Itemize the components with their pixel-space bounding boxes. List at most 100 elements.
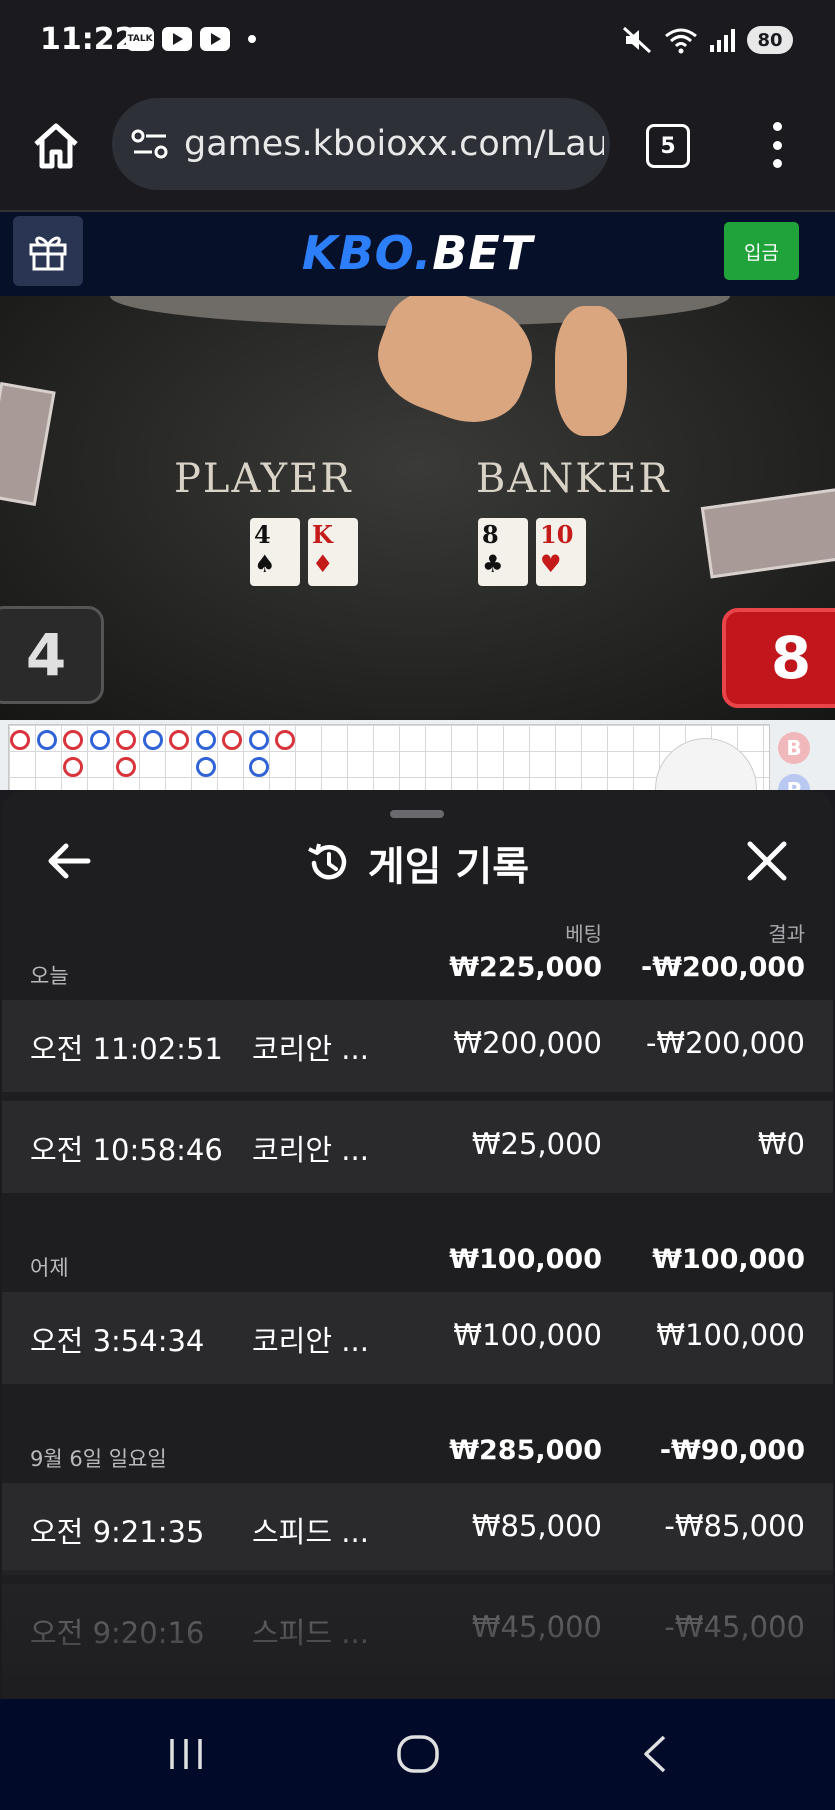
card-shoe-right — [700, 485, 835, 579]
bead-mark — [195, 730, 216, 750]
group-bet-total: ₩225,000 — [449, 952, 602, 983]
bead-mark — [195, 757, 216, 777]
row-bet-amount: ₩85,000 — [471, 1509, 602, 1543]
row-bet-amount: ₩100,000 — [453, 1318, 602, 1352]
roadmap-side-b[interactable]: B — [778, 732, 810, 764]
group-bet-total: ₩100,000 — [449, 1244, 602, 1275]
row-result-amount: ₩100,000 — [656, 1318, 805, 1352]
more-menu-icon[interactable] — [770, 122, 784, 168]
mute-icon — [622, 26, 652, 54]
group-result-total: -₩90,000 — [659, 1435, 805, 1466]
bead-road[interactable]: B P — [0, 720, 835, 790]
history-row[interactable]: 오전 10:58:46 코리안 ... ₩25,000 ₩0 — [2, 1101, 833, 1193]
system-nav-bar — [0, 1699, 835, 1810]
scroll-fade — [2, 1570, 833, 1699]
logo-part2: BET — [432, 226, 534, 280]
row-time: 오전 3:54:34 — [30, 1324, 205, 1358]
drag-handle[interactable] — [390, 810, 444, 818]
address-bar[interactable]: games.kboioxx.com/Launch — [112, 98, 610, 190]
game-history-sheet: 게임 기록 베팅 결과 오늘 ₩225,000 -₩200,000 오전 11:02:… — [2, 790, 833, 1699]
card-rank: K — [312, 520, 333, 549]
site-settings-icon[interactable] — [130, 128, 170, 160]
bead-mark — [169, 730, 189, 750]
group-date-label: 어제 — [30, 1256, 69, 1280]
home-nav-icon[interactable] — [395, 1729, 441, 1779]
column-header-bet: 베팅 — [565, 922, 602, 946]
bead-mark — [222, 730, 242, 750]
home-icon[interactable] — [30, 120, 82, 172]
battery-icon: 80 — [747, 26, 793, 54]
history-row[interactable]: 오전 11:02:51 코리안 ... ₩200,000 -₩200,000 — [2, 1000, 833, 1092]
card-rank: 4 — [254, 520, 271, 549]
group-date-label: 오늘 — [30, 964, 69, 988]
history-row[interactable]: 오전 3:54:34 코리안 ... ₩100,000 ₩100,000 — [2, 1292, 833, 1384]
group-result-total: -₩200,000 — [641, 952, 805, 983]
row-result-amount: ₩0 — [757, 1127, 805, 1161]
group-bet-total: ₩285,000 — [449, 1435, 602, 1466]
bead-mark — [248, 757, 269, 777]
status-time: 11:22 — [40, 22, 136, 57]
status-bar: 11:22 TALK 80 — [0, 0, 835, 86]
kakaotalk-icon: TALK — [126, 27, 154, 51]
row-result-amount: -₩200,000 — [645, 1026, 805, 1060]
youtube-icon-2 — [200, 27, 230, 51]
url-text[interactable]: games.kboioxx.com/Launch — [184, 124, 604, 164]
banker-score: 8 — [722, 608, 835, 708]
close-icon[interactable] — [744, 838, 790, 884]
row-game-name: 코리안 ... — [252, 1133, 369, 1167]
wifi-icon — [665, 28, 697, 54]
bead-mark — [116, 757, 136, 777]
row-result-amount: -₩85,000 — [664, 1509, 805, 1543]
bead-mark — [63, 730, 83, 750]
bead-mark — [248, 730, 269, 750]
player-score: 4 — [0, 606, 104, 704]
roadmap-side-p[interactable]: P — [778, 774, 810, 790]
dealer-right-hand — [555, 306, 627, 436]
discard-tray-left — [0, 382, 56, 506]
bead-mark — [142, 730, 163, 750]
row-bet-amount: ₩25,000 — [471, 1127, 602, 1161]
more-notifications-dot — [248, 35, 256, 43]
bead-mark — [89, 730, 110, 750]
card-suit: ♦ — [312, 549, 334, 578]
player-card: 4 ♠ — [250, 518, 300, 586]
site-logo[interactable]: KBO.BET — [0, 226, 835, 280]
back-nav-icon[interactable] — [636, 1729, 672, 1779]
row-time: 오전 10:58:46 — [30, 1133, 223, 1167]
live-game-video[interactable]: PLAYER BANKER 4 ♠ K ♦ 8 ♣ 10 ♥ 4 8 — [0, 296, 835, 720]
row-game-name: 스피드 ... — [252, 1515, 369, 1549]
tabs-icon[interactable]: 5 — [646, 124, 690, 168]
row-time: 오전 9:21:35 — [30, 1515, 205, 1549]
bead-mark — [116, 730, 136, 750]
bead-mark — [36, 730, 57, 750]
banker-card: 10 ♥ — [536, 518, 586, 586]
group-result-total: ₩100,000 — [652, 1244, 805, 1275]
bead-mark — [10, 730, 30, 750]
deposit-button[interactable]: 입금 — [724, 222, 799, 280]
bead-mark — [63, 757, 83, 777]
sheet-title: 게임 기록 — [367, 844, 530, 890]
notification-icons: TALK — [126, 27, 256, 51]
card-suit: ♠ — [254, 549, 276, 578]
browser-toolbar: games.kboioxx.com/Launch 5 — [0, 86, 835, 212]
site-header: KBO.BET 입금 — [0, 212, 835, 296]
player-label: PLAYER — [174, 456, 353, 502]
card-suit: ♣ — [482, 549, 504, 578]
card-rank: 10 — [540, 520, 574, 549]
history-row[interactable]: 오전 9:21:35 스피드 ... ₩85,000 -₩85,000 — [2, 1483, 833, 1575]
card-suit: ♥ — [540, 549, 562, 578]
youtube-icon — [162, 27, 192, 51]
banker-label: BANKER — [476, 456, 671, 502]
signal-icon — [710, 28, 735, 52]
group-date-label: 9월 6일 일요일 — [30, 1447, 167, 1471]
card-rank: 8 — [482, 520, 499, 549]
bead-mark — [275, 730, 295, 750]
row-game-name: 코리안 ... — [252, 1032, 369, 1066]
history-icon — [308, 843, 347, 880]
recents-icon[interactable] — [166, 1729, 206, 1779]
column-header-result: 결과 — [768, 922, 805, 946]
row-game-name: 코리안 ... — [252, 1324, 369, 1358]
logo-part1: KBO. — [301, 226, 433, 280]
banker-card: 8 ♣ — [478, 518, 528, 586]
system-icons: 80 — [622, 26, 793, 54]
